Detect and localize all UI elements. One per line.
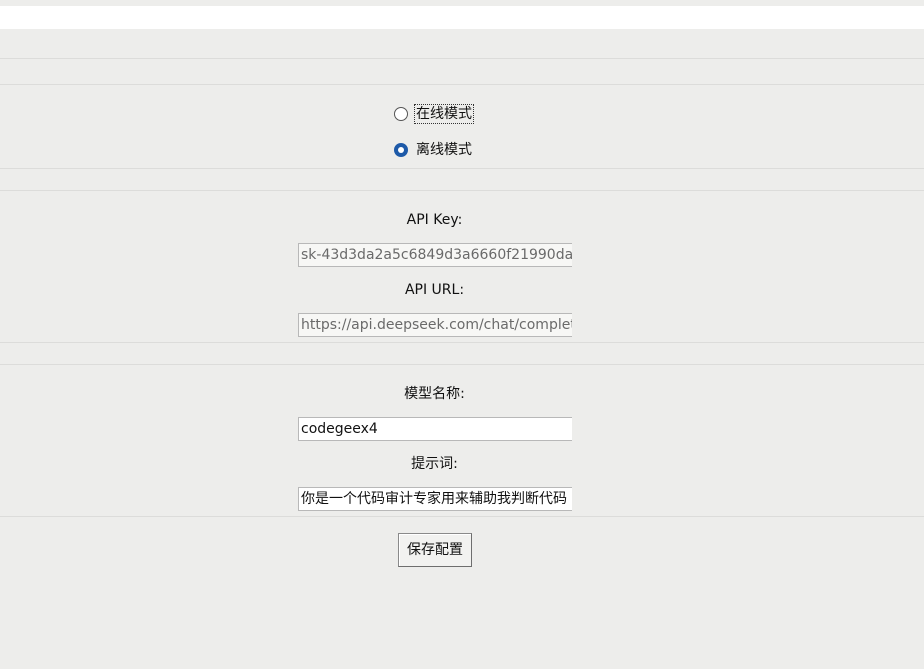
separator [0, 190, 924, 191]
radio-online-label: 在线模式 [414, 104, 474, 124]
separator [0, 168, 924, 169]
prompt-input[interactable]: 你是一个代码审计专家用来辅助我判断代码 [298, 487, 572, 511]
api-url-input[interactable]: https://api.deepseek.com/chat/completion… [298, 313, 572, 337]
model-name-label: 模型名称: [404, 386, 465, 402]
radio-online-indicator[interactable] [394, 107, 408, 121]
separator [0, 342, 924, 343]
separator [0, 84, 924, 85]
save-config-button[interactable]: 保存配置 [398, 533, 472, 567]
separator [0, 516, 924, 517]
radio-offline-mode[interactable]: 离线模式 [394, 140, 474, 160]
radio-offline-indicator[interactable] [394, 143, 408, 157]
prompt-label: 提示词: [411, 456, 458, 472]
separator [0, 364, 924, 365]
api-key-label: API Key: [406, 212, 463, 228]
top-bar [0, 6, 924, 29]
api-url-label: API URL: [404, 282, 465, 298]
radio-offline-label: 离线模式 [416, 142, 472, 158]
api-key-input[interactable]: sk-43d3da2a5c6849d3a6660f21990da [298, 243, 572, 267]
radio-online-mode[interactable]: 在线模式 [394, 104, 474, 124]
model-name-input[interactable]: codegeex4 [298, 417, 572, 441]
separator [0, 58, 924, 59]
